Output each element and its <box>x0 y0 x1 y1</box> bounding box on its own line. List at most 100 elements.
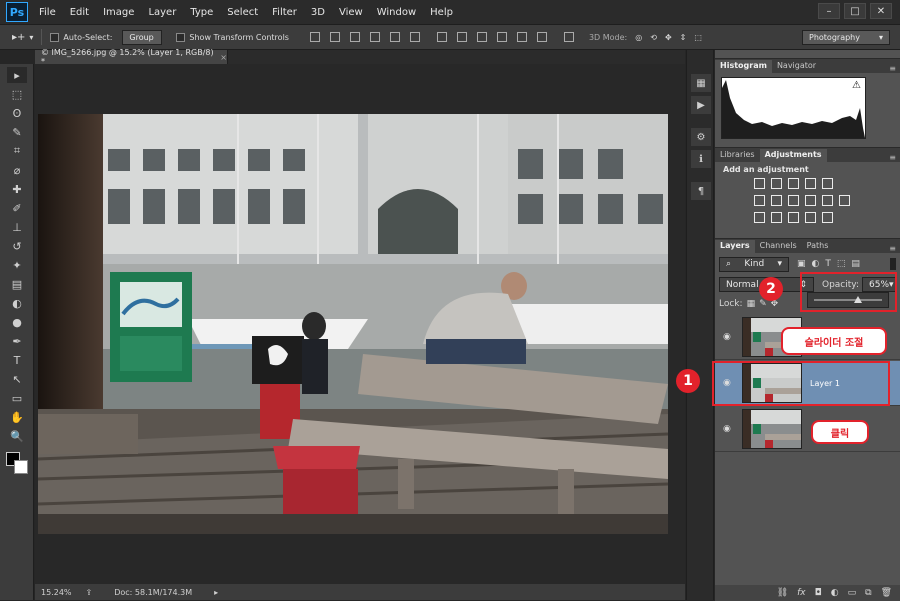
share-icon[interactable]: ⇪ <box>86 588 93 597</box>
history-icon[interactable]: ▦ <box>691 74 711 92</box>
color-swatches[interactable] <box>4 450 30 476</box>
distribute-right-icon[interactable] <box>536 32 547 42</box>
curves-icon[interactable] <box>788 178 799 189</box>
maximize-button[interactable]: □ <box>844 3 866 19</box>
tab-navigator[interactable]: Navigator <box>772 60 821 73</box>
brightness-icon[interactable] <box>754 178 765 189</box>
menu-item-layer[interactable]: Layer <box>141 7 183 18</box>
kind-filter-dropdown[interactable]: ⌕ Kind ▾ <box>719 256 789 272</box>
menu-item-help[interactable]: Help <box>423 7 460 18</box>
auto-align-icon[interactable] <box>563 32 574 42</box>
photo-filter-icon[interactable] <box>805 195 816 206</box>
menu-item-window[interactable]: Window <box>370 7 423 18</box>
type-tool-icon[interactable]: T <box>7 352 27 368</box>
filter-shape-icon[interactable]: ⬚ <box>837 259 846 269</box>
eyedropper-tool-icon[interactable]: ⌀ <box>7 162 27 178</box>
tab-adjustments[interactable]: Adjustments <box>759 149 827 162</box>
black-white-icon[interactable] <box>788 195 799 206</box>
menu-item-3d[interactable]: 3D <box>304 7 332 18</box>
menu-item-view[interactable]: View <box>332 7 370 18</box>
vibrance-icon[interactable] <box>822 178 833 189</box>
pen-tool-icon[interactable]: ✒ <box>7 333 27 349</box>
dodge-tool-icon[interactable]: ● <box>7 314 27 330</box>
zoom-tool-icon[interactable]: 🔍 <box>7 428 27 444</box>
menu-item-image[interactable]: Image <box>96 7 141 18</box>
tab-close-icon[interactable]: × <box>220 53 227 62</box>
lasso-tool-icon[interactable]: ʘ <box>7 105 27 121</box>
lock-image-icon[interactable]: ✎ <box>759 299 767 309</box>
actions-play-icon[interactable]: ▶ <box>691 96 711 114</box>
panel-menu-icon[interactable]: ≡ <box>889 153 900 162</box>
posterize-icon[interactable] <box>771 212 782 223</box>
visibility-eye-icon[interactable]: ◉ <box>723 424 737 434</box>
align-right-icon[interactable] <box>409 32 420 42</box>
3d-orbit-icon[interactable]: ◎ <box>635 33 642 42</box>
hue-saturation-icon[interactable] <box>754 195 765 206</box>
auto-select-dropdown[interactable]: Group <box>122 29 163 45</box>
tab-paths[interactable]: Paths <box>802 240 834 253</box>
align-vcenter-icon[interactable] <box>329 32 340 42</box>
menu-item-edit[interactable]: Edit <box>63 7 96 18</box>
menu-item-select[interactable]: Select <box>220 7 265 18</box>
trash-icon[interactable]: 🗑 <box>881 588 892 598</box>
lock-transparent-icon[interactable]: ▦ <box>747 299 756 309</box>
layer-style-icon[interactable]: fx <box>797 588 806 598</box>
tab-histogram[interactable]: Histogram <box>715 60 772 73</box>
tab-layers[interactable]: Layers <box>715 240 755 253</box>
menu-item-filter[interactable]: Filter <box>265 7 304 18</box>
brush-tool-icon[interactable]: ✐ <box>7 200 27 216</box>
hand-tool-icon[interactable]: ✋ <box>7 409 27 425</box>
paragraph-styles-icon[interactable]: ¶ <box>691 182 711 200</box>
tab-libraries[interactable]: Libraries <box>715 149 760 162</box>
eraser-tool-icon[interactable]: ✦ <box>7 257 27 273</box>
layer-mask-icon[interactable]: ◘ <box>815 588 822 598</box>
align-hcenter-icon[interactable] <box>389 32 400 42</box>
gradient-tool-icon[interactable]: ▤ <box>7 276 27 292</box>
close-button[interactable]: ✕ <box>870 3 892 19</box>
invert-icon[interactable] <box>754 212 765 223</box>
history-brush-tool-icon[interactable]: ↺ <box>7 238 27 254</box>
visibility-eye-icon[interactable]: ◉ <box>723 332 737 342</box>
path-select-tool-icon[interactable]: ↖ <box>7 371 27 387</box>
crop-tool-icon[interactable]: ⌗ <box>7 143 27 159</box>
distribute-hcenter-icon[interactable] <box>516 32 527 42</box>
align-left-icon[interactable] <box>369 32 380 42</box>
blur-tool-icon[interactable]: ◐ <box>7 295 27 311</box>
distribute-bottom-icon[interactable] <box>476 32 487 42</box>
filter-toggle[interactable] <box>890 258 896 270</box>
group-icon[interactable]: ▭ <box>848 588 857 598</box>
panel-menu-icon[interactable]: ≡ <box>889 244 900 253</box>
threshold-icon[interactable] <box>788 212 799 223</box>
document-tab[interactable]: © IMG_5266.jpg @ 15.2% (Layer 1, RGB/8) … <box>35 48 228 66</box>
filter-type-icon[interactable]: T <box>825 259 831 269</box>
distribute-vcenter-icon[interactable] <box>456 32 467 42</box>
align-bottom-icon[interactable] <box>349 32 360 42</box>
menu-item-type[interactable]: Type <box>183 7 220 18</box>
menu-item-file[interactable]: File <box>32 7 63 18</box>
color-lookup-icon[interactable] <box>839 195 850 206</box>
align-top-icon[interactable] <box>309 32 320 42</box>
3d-roll-icon[interactable]: ⟲ <box>650 33 657 42</box>
filter-adjustment-icon[interactable]: ◐ <box>812 259 820 269</box>
show-transform-checkbox[interactable] <box>176 32 186 42</box>
exposure-icon[interactable] <box>805 178 816 189</box>
selective-color-icon[interactable] <box>805 212 816 223</box>
channel-mixer-icon[interactable] <box>822 195 833 206</box>
zoom-level[interactable]: 15.24% <box>41 588 72 597</box>
3d-pan-icon[interactable]: ✥ <box>665 33 672 42</box>
auto-select-checkbox[interactable] <box>50 32 60 42</box>
panel-menu-icon[interactable]: ≡ <box>889 64 900 73</box>
canvas-photo[interactable] <box>38 114 668 534</box>
clone-stamp-tool-icon[interactable]: ⊥ <box>7 219 27 235</box>
minimize-button[interactable]: – <box>818 3 840 19</box>
dropdown-arrow-icon[interactable]: ▾ <box>29 33 33 42</box>
3d-slide-icon[interactable]: ⇕ <box>680 33 687 42</box>
filter-smart-icon[interactable]: ▤ <box>851 259 860 269</box>
healing-tool-icon[interactable]: ✚ <box>7 181 27 197</box>
color-balance-icon[interactable] <box>771 195 782 206</box>
info-icon[interactable]: ℹ <box>691 150 711 168</box>
filter-pixel-icon[interactable]: ▣ <box>797 259 806 269</box>
3d-scale-icon[interactable]: ⬚ <box>694 33 702 42</box>
layer-row[interactable]: ◉ <box>715 407 900 452</box>
distribute-top-icon[interactable] <box>436 32 447 42</box>
